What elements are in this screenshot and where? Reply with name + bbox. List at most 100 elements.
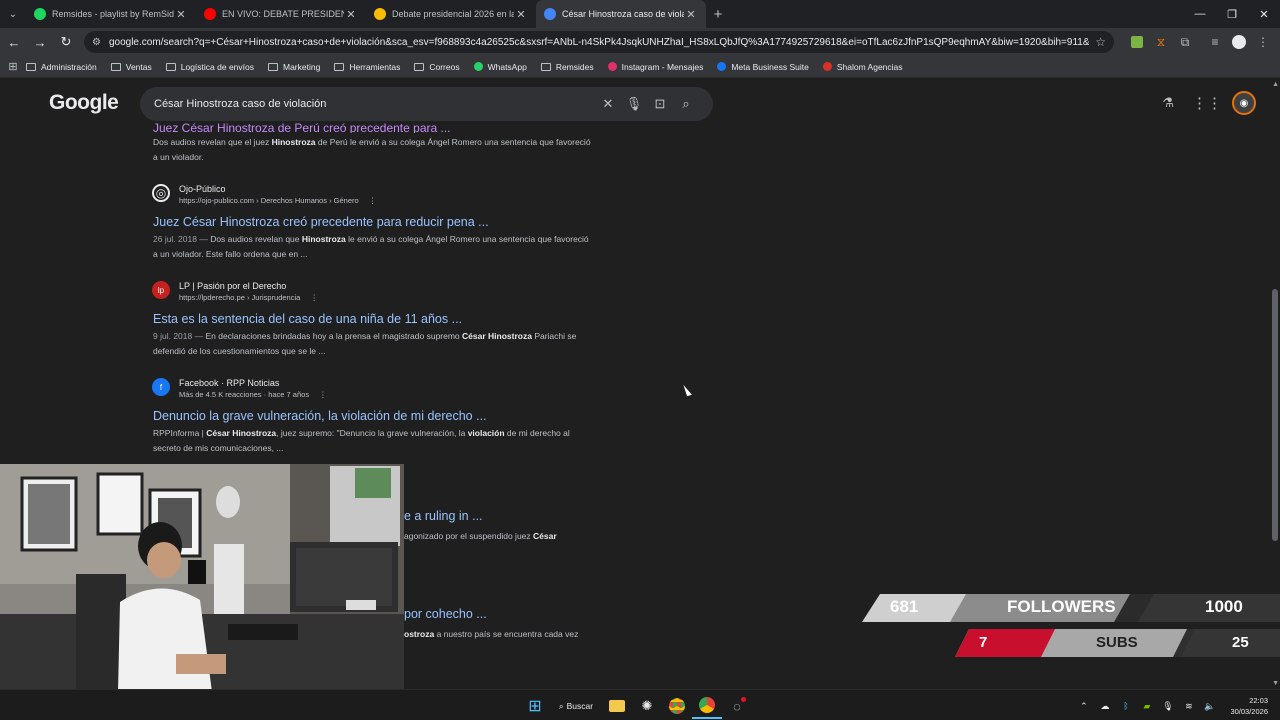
url-text[interactable]: google.com/search?q=+César+Hinostroza+ca… xyxy=(109,37,1089,48)
source-name: Ojo-Público xyxy=(179,184,226,194)
apps-grid-icon[interactable]: ⊞ xyxy=(0,60,26,73)
browser-tab[interactable]: EN VIVO: DEBATE PRESIDENCIA✕ xyxy=(196,0,366,28)
chrome-active-icon[interactable] xyxy=(692,693,722,719)
bookmark-item[interactable]: Administración xyxy=(26,62,97,72)
result-snippet: RPPInforma | César Hinostroza, juez supr… xyxy=(153,428,570,453)
windows-taskbar: ⊞ ⌕ Buscar ✺ ◌ ⌃ ☁ ᛒ ▰ 🎙 ≋ 🔈 22:03 30/03/… xyxy=(0,689,1280,720)
extensions-puzzle-icon[interactable]: ⧉ xyxy=(1174,31,1196,53)
wifi-icon[interactable]: ≋ xyxy=(1178,701,1199,712)
result-source[interactable]: lp LP | Pasión por el Derecho https://lpde… xyxy=(152,280,593,310)
microphone-icon[interactable]: 🎙 xyxy=(1157,701,1178,712)
bookmark-item[interactable]: Shalom Agencias xyxy=(822,61,903,72)
search-input[interactable]: César Hinostroza caso de violación xyxy=(154,98,595,110)
restore-icon[interactable]: ❐ xyxy=(1216,0,1248,28)
browser-tab[interactable]: Remsides - playlist by RemSide ✕ xyxy=(26,0,196,28)
bookmark-item[interactable]: Correos xyxy=(414,62,460,72)
app-notification-icon[interactable]: ◌ xyxy=(722,693,752,719)
result-title[interactable]: por cohecho ... xyxy=(404,607,487,621)
tab-label: Debate presidencial 2026 en la xyxy=(392,9,514,19)
more-options-icon[interactable]: ⋮ xyxy=(319,390,327,399)
followers-current: 681 xyxy=(890,597,919,616)
tab-close-icon[interactable]: ✕ xyxy=(514,8,528,21)
scroll-thumb[interactable] xyxy=(1272,289,1278,541)
bookmark-label: WhatsApp xyxy=(487,61,527,72)
bookmarks-bar: ⊞ Administración Ventas Logística de envío… xyxy=(0,56,1280,78)
bookmark-item[interactable]: Logística de envíos xyxy=(165,62,254,72)
scroll-up-icon[interactable]: ▲ xyxy=(1272,81,1279,88)
address-bar[interactable]: ⚙ google.com/search?q=+César+Hinostroza+… xyxy=(84,31,1114,53)
new-tab-button[interactable]: + xyxy=(706,6,730,23)
tab-close-icon[interactable]: ✕ xyxy=(344,8,358,21)
volume-icon[interactable]: 🔈 xyxy=(1199,701,1220,712)
result-source[interactable]: ◎ Ojo-Público https://ojo-publico.com › De… xyxy=(152,183,593,213)
menu-dots-icon[interactable]: ⋮ xyxy=(1252,31,1274,53)
nvidia-icon[interactable]: ▰ xyxy=(1136,701,1157,712)
bookmark-label: Herramientas xyxy=(349,61,401,72)
bluetooth-icon[interactable]: ᛒ xyxy=(1115,701,1136,711)
side-panel-icon[interactable]: ≡ xyxy=(1204,31,1226,53)
result-title[interactable]: Denuncio la grave vulneración, la violac… xyxy=(153,408,593,424)
forward-arrow-icon[interactable]: → xyxy=(28,30,52,54)
labs-flask-icon[interactable]: ⚗ xyxy=(1162,95,1174,111)
bookmark-item[interactable]: Herramientas xyxy=(334,62,400,72)
result-title[interactable]: Juez César Hinostroza creó precedente pa… xyxy=(153,214,593,230)
taskbar-search-button[interactable]: ⌕ Buscar xyxy=(554,695,598,717)
google-apps-icon[interactable]: ⋮⋮ xyxy=(1192,94,1222,112)
site-favicon-icon xyxy=(607,62,617,71)
tab-favicon-icon xyxy=(544,8,556,20)
scroll-down-icon[interactable]: ▼ xyxy=(1272,680,1279,687)
result-title[interactable]: Juez César Hinostroza de Perú creó prece… xyxy=(153,117,593,133)
more-options-icon[interactable]: ⋮ xyxy=(369,196,377,205)
bookmark-item[interactable]: Ventas xyxy=(110,62,152,72)
tab-favicon-icon xyxy=(374,8,386,20)
windows-start-icon[interactable]: ⊞ xyxy=(520,693,550,719)
folder-icon xyxy=(165,62,176,71)
reload-icon[interactable]: ↻ xyxy=(54,30,78,54)
site-info-icon[interactable]: ⚙ xyxy=(92,37,101,48)
bookmark-item[interactable]: Instagram - Mensajes xyxy=(607,62,703,72)
account-avatar[interactable]: ◉ xyxy=(1232,91,1256,115)
subs-goal: 25 xyxy=(1232,634,1249,651)
followers-goal-bar: 681 FOLLOWERS 1000 xyxy=(862,594,1280,622)
close-window-icon[interactable]: ✕ xyxy=(1248,0,1280,28)
tray-overflow-icon[interactable]: ⌃ xyxy=(1073,701,1094,712)
result-snippet: agonizado por el suspendido juez César xyxy=(404,531,557,541)
onedrive-icon[interactable]: ☁ xyxy=(1094,701,1115,712)
tab-close-icon[interactable]: ✕ xyxy=(174,8,188,21)
search-icon[interactable]: ⌕ xyxy=(673,96,699,112)
bookmark-label: Shalom Agencias xyxy=(836,61,903,72)
minimize-icon[interactable]: — xyxy=(1184,0,1216,28)
bookmark-label: Administración xyxy=(41,61,97,72)
result-snippet: 26 jul. 2018 — Dos audios revelan que Hi… xyxy=(153,234,589,259)
extension-green-icon[interactable] xyxy=(1126,31,1148,53)
bookmark-item[interactable]: Marketing xyxy=(268,62,320,72)
result-title[interactable]: e a ruling in ... xyxy=(404,509,483,523)
bookmark-star-icon[interactable]: ☆ xyxy=(1095,35,1106,49)
google-logo[interactable]: Google xyxy=(49,91,119,115)
chrome-icon[interactable] xyxy=(662,693,692,719)
profile-avatar-icon[interactable] xyxy=(1228,31,1250,53)
result-snippet: 9 jul. 2018 — En declaraciones brindadas… xyxy=(153,331,577,356)
search-box[interactable]: César Hinostroza caso de violación ✕ 🎙 ⊡… xyxy=(140,87,713,121)
bookmark-item[interactable]: WhatsApp xyxy=(473,61,527,72)
clear-icon[interactable]: ✕ xyxy=(595,96,621,112)
microphone-icon[interactable]: 🎙 xyxy=(621,96,647,112)
bookmark-item[interactable]: Remsides xyxy=(540,62,594,72)
bookmark-item[interactable]: Meta Business Suite xyxy=(717,62,809,72)
back-arrow-icon[interactable]: ← xyxy=(2,30,26,54)
tab-close-icon[interactable]: ✕ xyxy=(684,8,698,21)
lens-icon[interactable]: ⊡ xyxy=(647,96,673,112)
result-title[interactable]: Esta es la sentencia del caso de una niñ… xyxy=(153,311,593,327)
webcam-scene xyxy=(0,464,404,692)
site-favicon-icon xyxy=(822,62,832,71)
file-explorer-icon[interactable] xyxy=(602,693,632,719)
chatgpt-icon[interactable]: ✺ xyxy=(632,693,662,719)
more-options-icon[interactable]: ⋮ xyxy=(310,293,318,302)
site-favicon-icon xyxy=(717,62,727,71)
browser-tab[interactable]: Debate presidencial 2026 en la ✕ xyxy=(366,0,536,28)
browser-tab[interactable]: César Hinostroza caso de viola ✕ xyxy=(536,0,706,28)
result-source[interactable]: f Facebook · RPP Noticias Más de 4.5 K rea… xyxy=(152,377,593,407)
extension-orange-icon[interactable]: ⧖ xyxy=(1150,31,1172,53)
tab-search-icon[interactable]: ⌄ xyxy=(0,0,26,28)
clock[interactable]: 22:03 30/03/2026 xyxy=(1230,695,1268,717)
